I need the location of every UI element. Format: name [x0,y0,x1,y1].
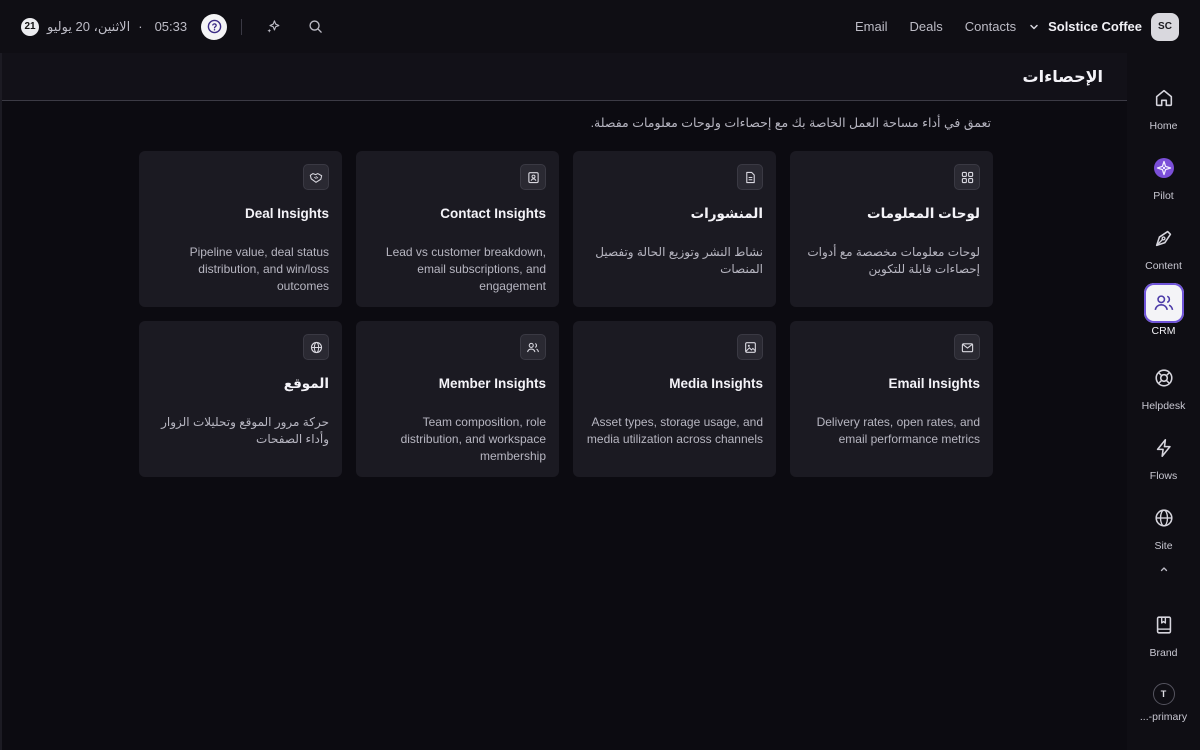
contact-card-icon [520,164,546,190]
member-insights-card[interactable]: Member Insights Team composition, role d… [356,321,559,477]
help-icon [207,19,221,34]
search-button[interactable] [304,16,326,38]
bolt-icon [1144,428,1184,468]
card-description: Asset types, storage usage, and media ut… [586,415,763,446]
page-title: الإحصاءات [1022,68,1103,86]
sidebar-item-label: Brand [1149,647,1178,659]
card-title: Media Insights [669,376,763,391]
workspace-name[interactable]: Solstice Coffee [1048,19,1142,34]
time-text: 05:33 [154,19,188,34]
sidebar-item-pilot[interactable]: Pilot [1127,148,1200,202]
handshake-icon [303,164,329,190]
ai-sparkle-button[interactable] [262,16,284,38]
globe-icon [303,334,329,360]
nav-deals-link[interactable]: Deals [910,19,943,34]
sidebar-item-home[interactable]: Home [1127,78,1200,132]
sidebar-item-content[interactable]: Content [1127,218,1200,272]
lifebuoy-icon [1144,358,1184,398]
media-insights-card[interactable]: Media Insights Asset types, storage usag… [573,321,776,477]
card-description: Team composition, role distribution, and… [400,415,546,463]
page-subtitle: تعمق في أداء مساحة العمل الخاصة بك مع إح… [590,116,991,130]
book-icon [1144,605,1184,645]
sidebar-item-label: Helpdesk [1141,400,1186,412]
divider [241,18,243,35]
card-title: الموقع [283,376,329,391]
sparkle-icon [267,20,280,33]
home-icon [1144,78,1184,118]
chevron-down-icon [1030,24,1038,29]
sidebar-item-label: CRM [1151,325,1176,337]
date-text: الاثنين، 20 يوليو [47,18,131,34]
help-button[interactable] [201,13,228,40]
card-title: المنشورات [690,206,763,221]
sidebar-item-site[interactable]: Site [1127,498,1200,552]
users-icon [520,334,546,360]
card-description: Pipeline value, deal status distribution… [189,245,329,293]
sidebar-item-brand[interactable]: Brand [1127,605,1200,659]
card-title: لوحات المعلومات [867,206,980,221]
document-icon [737,164,763,190]
user-avatar: T [1152,683,1175,705]
card-title: Deal Insights [244,206,329,221]
mail-icon [954,334,980,360]
contact-insights-card[interactable]: Contact Insights Lead vs customer breakd… [356,151,559,307]
sidebar-item-flows[interactable]: Flows [1127,428,1200,482]
sidebar-item-label: Pilot [1153,190,1174,202]
top-bar: 21 الاثنين، 20 يوليو · 05:33 Email Deals… [0,0,1200,53]
nav-email-link[interactable]: Email [855,19,888,34]
sidebar-user[interactable]: T ...-primary [1127,683,1200,723]
insights-grid: لوحات المعلومات لوحات معلومات مخصصة مع أ… [139,151,993,477]
pen-icon [1144,218,1184,258]
pilot-icon [1144,148,1184,188]
deal-insights-card[interactable]: Deal Insights Pipeline value, deal statu… [139,151,342,307]
card-title: Contact Insights [440,206,546,221]
workspace-dropdown[interactable] [1028,21,1040,33]
search-icon [309,20,322,33]
grid-icon [954,164,980,190]
users-icon [1143,283,1184,323]
top-bar-right: Email Deals Contacts Solstice Coffee SC [833,12,1179,41]
sidebar-item-label: Flows [1149,470,1178,482]
sidebar-item-helpdesk[interactable]: Helpdesk [1127,358,1200,412]
date-separator: · [138,19,143,34]
card-title: Member Insights [438,376,546,391]
top-bar-left: 21 الاثنين، 20 يوليو · 05:33 [21,13,332,40]
card-description: لوحات معلومات مخصصة مع أدوات إحصاءات قاب… [807,245,980,276]
card-description: حركة مرور الموقع وتحليلات الزوار وأداء ا… [161,415,329,446]
sidebar: Home Pilot Content CRM Helpdesk Flows Si… [1127,53,1200,750]
site-card[interactable]: الموقع حركة مرور الموقع وتحليلات الزوار … [139,321,342,477]
main-content: الإحصاءات تعمق في أداء مساحة العمل الخاص… [0,53,1127,750]
dashboards-card[interactable]: لوحات المعلومات لوحات معلومات مخصصة مع أ… [790,151,993,307]
sidebar-item-label: Home [1149,120,1178,132]
posts-card[interactable]: المنشورات نشاط النشر وتوزيع الحالة وتفصي… [573,151,776,307]
nav-contacts-link[interactable]: Contacts [965,19,1016,34]
avatar[interactable]: SC [1151,12,1179,41]
sidebar-item-label: Site [1154,540,1173,552]
day-badge: 21 [21,17,39,36]
sidebar-collapse-toggle[interactable] [1127,563,1200,575]
user-label: ...-primary [1139,711,1188,723]
card-description: Delivery rates, open rates, and email pe… [816,415,980,446]
sidebar-item-label: Content [1145,260,1182,272]
chevron-up-icon [1160,567,1167,572]
card-title: Email Insights [888,376,980,391]
image-icon [737,334,763,360]
page-header: الإحصاءات [2,53,1127,101]
globe-icon [1144,498,1184,538]
card-description: Lead vs customer breakdown, email subscr… [385,245,546,293]
email-insights-card[interactable]: Email Insights Delivery rates, open rate… [790,321,993,477]
card-description: نشاط النشر وتوزيع الحالة وتفصيل المنصات [595,245,763,276]
sidebar-item-crm[interactable]: CRM [1127,283,1200,337]
